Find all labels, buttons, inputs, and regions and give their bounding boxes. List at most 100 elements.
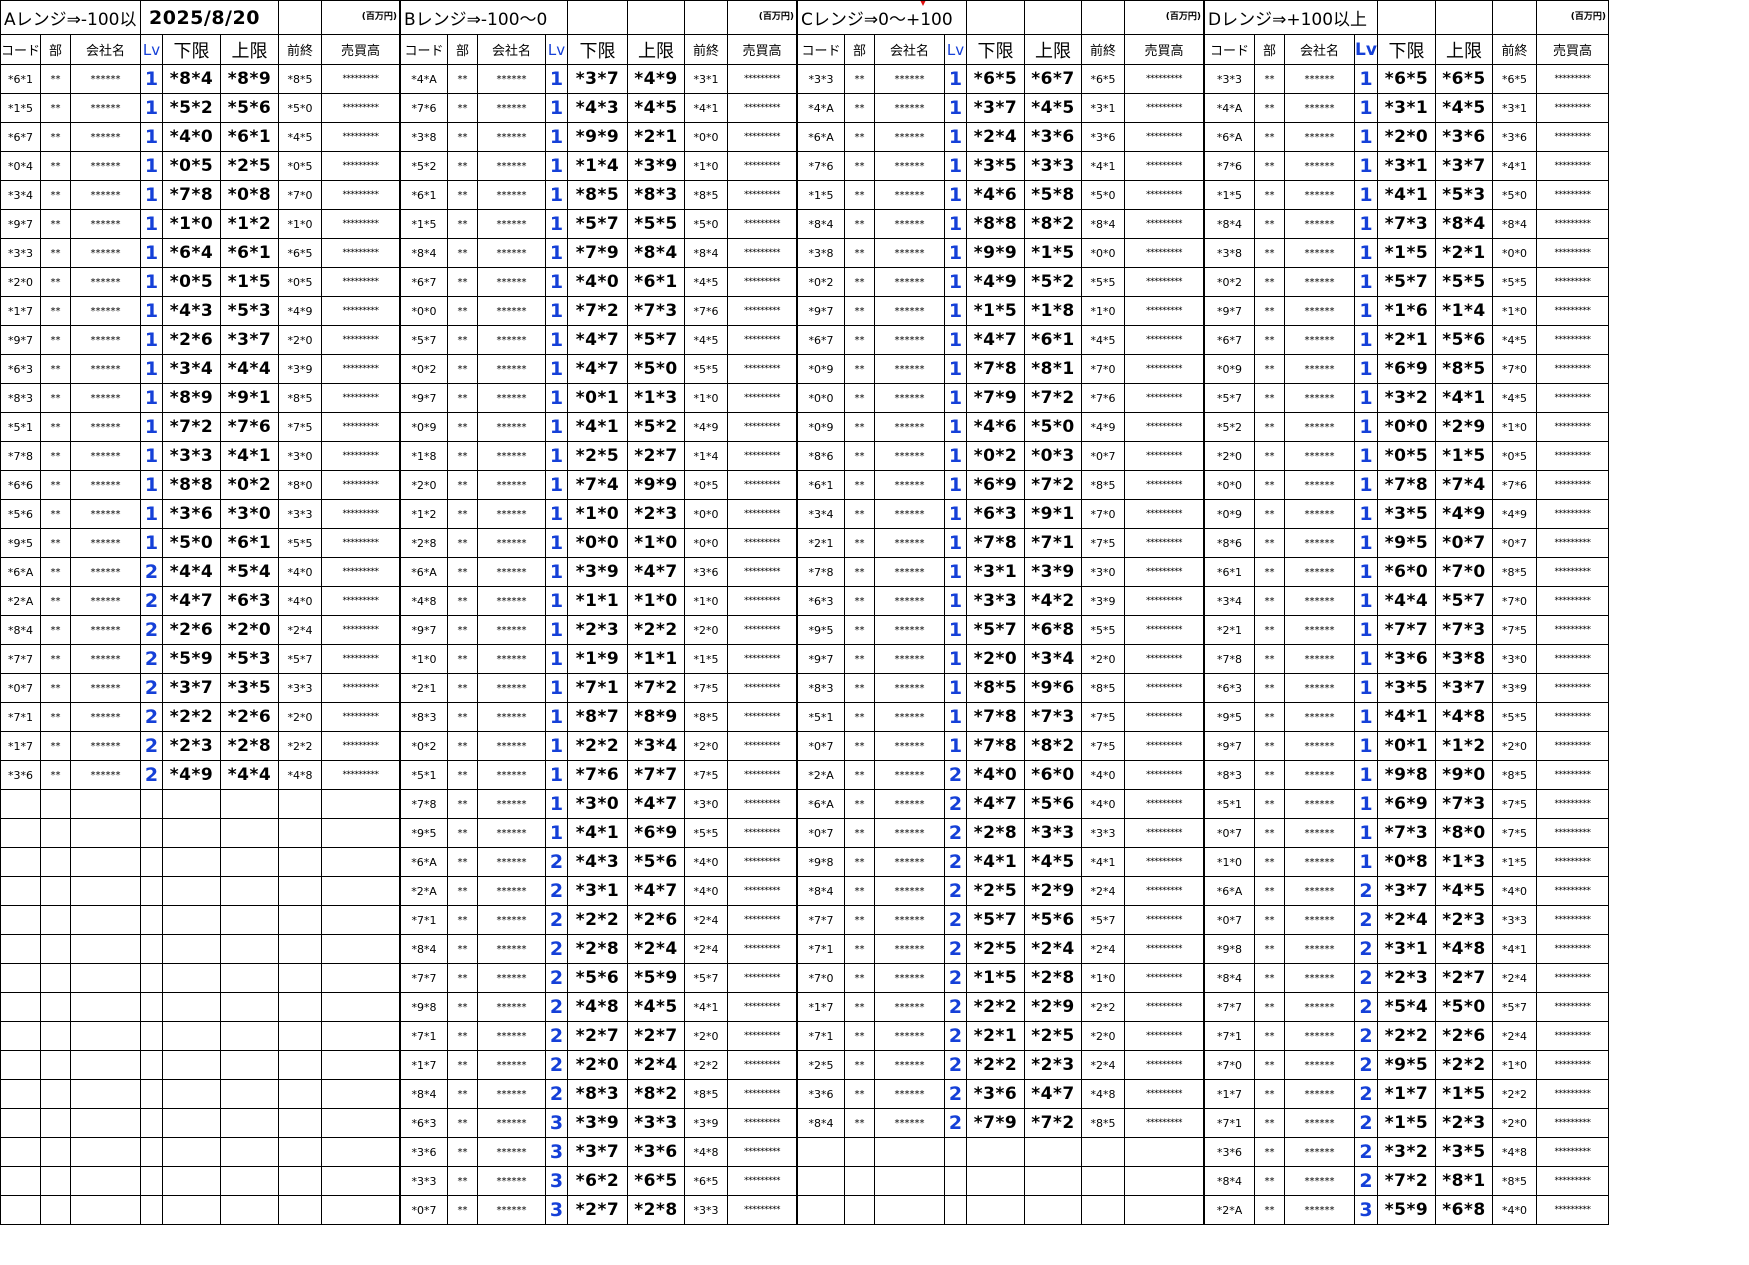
cell-name[interactable]: ****** xyxy=(70,760,142,790)
cell-high[interactable]: *5*5 xyxy=(1434,267,1493,297)
cell-prev[interactable]: *2*0 xyxy=(684,615,729,645)
cell-low[interactable]: *7*3 xyxy=(1376,818,1436,848)
cell-sales[interactable]: ********* xyxy=(1535,1195,1609,1225)
cell-high[interactable]: *2*6 xyxy=(627,905,686,935)
cell-sales[interactable]: ********* xyxy=(1535,818,1609,848)
cell-bu[interactable]: ** xyxy=(1254,760,1286,790)
cell-name[interactable]: ****** xyxy=(70,122,142,152)
cell-high[interactable]: *5*0 xyxy=(627,354,686,384)
cell-low[interactable]: *5*7 xyxy=(567,209,629,239)
cell-high[interactable]: *9*9 xyxy=(627,470,686,500)
cell-bu[interactable]: ** xyxy=(1254,876,1286,906)
cell-code[interactable]: *6*A xyxy=(1204,122,1256,152)
cell-prev[interactable]: *4*5 xyxy=(278,122,323,152)
cell-high[interactable]: *5*9 xyxy=(627,963,686,993)
cell-code[interactable]: *3*8 xyxy=(797,238,846,268)
cell-low[interactable]: *4*7 xyxy=(567,325,629,355)
cell-lv[interactable]: 2 xyxy=(545,963,569,993)
cell-prev[interactable]: *2*4 xyxy=(684,905,729,935)
empty-cell[interactable] xyxy=(0,876,42,906)
cell-lv[interactable]: 1 xyxy=(545,789,569,819)
cell-name[interactable]: ****** xyxy=(874,731,946,761)
cell-prev[interactable]: *3*3 xyxy=(1491,905,1537,935)
cell-code[interactable]: *6*1 xyxy=(797,470,846,500)
cell-bu[interactable]: ** xyxy=(40,151,72,181)
cell-sales[interactable]: ********* xyxy=(1535,1079,1609,1109)
cell-low[interactable]: *4*1 xyxy=(567,412,629,442)
empty-cell[interactable] xyxy=(321,1079,401,1109)
empty-cell[interactable] xyxy=(70,1079,142,1109)
cell-low[interactable]: *3*9 xyxy=(567,1108,629,1138)
cell-prev[interactable]: *7*5 xyxy=(1081,528,1126,558)
cell-prev[interactable]: *8*5 xyxy=(684,180,729,210)
cell-high[interactable]: *1*1 xyxy=(627,644,686,674)
cell-bu[interactable]: ** xyxy=(844,1108,876,1138)
empty-cell[interactable] xyxy=(162,1108,222,1138)
cell-sales[interactable]: ********* xyxy=(727,934,798,964)
empty-cell[interactable] xyxy=(278,905,323,935)
empty-cell[interactable] xyxy=(162,1195,222,1225)
cell-sales[interactable]: ********* xyxy=(727,1195,798,1225)
empty-cell[interactable] xyxy=(40,876,72,906)
cell-low[interactable]: *7*8 xyxy=(162,180,222,210)
cell-prev[interactable]: *4*9 xyxy=(1491,499,1537,529)
cell-name[interactable]: ****** xyxy=(70,296,142,326)
cell-sales[interactable]: ********* xyxy=(727,64,798,94)
cell-code[interactable]: *9*7 xyxy=(0,325,42,355)
cell-bu[interactable]: ** xyxy=(1254,1137,1286,1167)
cell-low[interactable]: *2*2 xyxy=(567,731,629,761)
cell-sales[interactable]: ********* xyxy=(1535,731,1609,761)
cell-high[interactable]: *4*8 xyxy=(1434,702,1493,732)
cell-lv[interactable]: 2 xyxy=(140,673,164,703)
empty-cell[interactable] xyxy=(0,1137,42,1167)
empty-cell[interactable] xyxy=(162,818,222,848)
cell-low[interactable]: *8*9 xyxy=(162,383,222,413)
cell-bu[interactable]: ** xyxy=(1254,702,1286,732)
cell-sales[interactable]: ********* xyxy=(1535,412,1609,442)
cell-lv[interactable]: 1 xyxy=(944,470,968,500)
cell-name[interactable]: ****** xyxy=(477,267,547,297)
cell-code[interactable]: *1*7 xyxy=(1204,1079,1256,1109)
cell-lv[interactable]: 1 xyxy=(944,528,968,558)
cell-name[interactable]: ****** xyxy=(477,1021,547,1051)
cell-low[interactable]: *4*1 xyxy=(1376,180,1436,210)
cell-low[interactable]: *1*5 xyxy=(966,296,1026,326)
cell-bu[interactable]: ** xyxy=(1254,1166,1286,1196)
cell-high[interactable]: *2*8 xyxy=(627,1195,686,1225)
cell-prev[interactable]: *6*5 xyxy=(278,238,323,268)
cell-low[interactable]: *2*3 xyxy=(162,731,222,761)
cell-high[interactable]: *5*6 xyxy=(220,93,280,123)
cell-high[interactable]: *2*9 xyxy=(1434,412,1493,442)
cell-prev[interactable]: *4*9 xyxy=(278,296,323,326)
cell-name[interactable]: ****** xyxy=(70,93,142,123)
cell-bu[interactable]: ** xyxy=(844,818,876,848)
empty-cell[interactable] xyxy=(140,1021,164,1051)
empty-cell[interactable] xyxy=(321,1021,401,1051)
cell-name[interactable]: ****** xyxy=(70,673,142,703)
cell-lv[interactable]: 1 xyxy=(1354,470,1378,500)
cell-code[interactable]: *6*7 xyxy=(1204,325,1256,355)
cell-code[interactable]: *1*5 xyxy=(400,209,449,239)
cell-name[interactable]: ****** xyxy=(477,180,547,210)
cell-lv[interactable]: 1 xyxy=(140,296,164,326)
cell-bu[interactable]: ** xyxy=(844,180,876,210)
cell-code[interactable]: *2*0 xyxy=(1204,441,1256,471)
cell-name[interactable]: ****** xyxy=(477,1050,547,1080)
cell-low[interactable]: *9*9 xyxy=(567,122,629,152)
cell-bu[interactable]: ** xyxy=(1254,1050,1286,1080)
cell-high[interactable]: *1*4 xyxy=(1434,296,1493,326)
empty-cell[interactable] xyxy=(70,789,142,819)
cell-prev[interactable]: *2*4 xyxy=(1081,876,1126,906)
cell-low[interactable]: *7*2 xyxy=(1376,1166,1436,1196)
cell-low[interactable]: *2*2 xyxy=(567,905,629,935)
cell-prev[interactable]: *4*9 xyxy=(684,412,729,442)
empty-cell[interactable] xyxy=(70,1021,142,1051)
cell-prev[interactable]: *2*0 xyxy=(1491,731,1537,761)
cell-code[interactable]: *9*7 xyxy=(400,615,449,645)
cell-sales[interactable]: ********* xyxy=(1535,470,1609,500)
cell-low[interactable]: *7*6 xyxy=(567,760,629,790)
cell-bu[interactable]: ** xyxy=(1254,470,1286,500)
cell-name[interactable]: ****** xyxy=(1284,760,1356,790)
cell-high[interactable]: *2*8 xyxy=(1024,963,1083,993)
cell-lv[interactable]: 2 xyxy=(1354,876,1378,906)
